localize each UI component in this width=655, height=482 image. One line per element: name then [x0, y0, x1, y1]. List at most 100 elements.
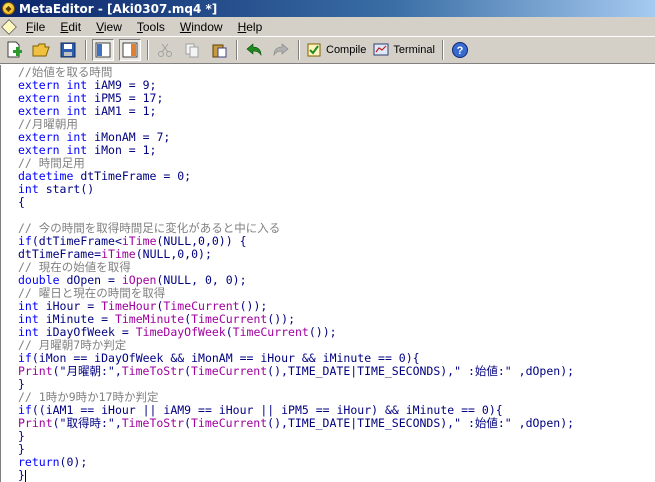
- code-token: // 時間足用: [18, 156, 85, 170]
- toolbox-toggle-button[interactable]: [119, 39, 141, 61]
- code-token: //月曜朝用: [18, 117, 78, 131]
- code-token: datetime: [18, 169, 74, 183]
- code-token: iAM9 = 9;: [87, 78, 157, 92]
- code-token: iDayOfWeek =: [38, 325, 136, 339]
- code-token: iTime: [101, 247, 136, 261]
- code-token: }: [18, 442, 25, 456]
- code-line[interactable]: }: [18, 443, 655, 456]
- code-line[interactable]: Print("取得時:",TimeToStr(TimeCurrent(),TIM…: [18, 417, 655, 430]
- undo-icon: [246, 43, 262, 56]
- code-token: TimeCurrent: [232, 325, 309, 339]
- code-line[interactable]: extern int iMon = 1;: [18, 144, 655, 157]
- code-token: // 1時か9時か17時か判定: [18, 390, 159, 404]
- title-bar: ◆ MetaEditor - [Aki0307.mq4 *]: [0, 0, 655, 17]
- toolbar-separator: [441, 40, 444, 60]
- toolbar: Compile Terminal ?: [0, 37, 655, 64]
- toolbar-separator: [236, 40, 238, 60]
- help-button[interactable]: ?: [449, 39, 471, 61]
- metaeditor-app-icon[interactable]: ◆: [2, 2, 15, 15]
- redo-button[interactable]: [270, 39, 292, 61]
- code-line[interactable]: return(0);: [18, 456, 655, 469]
- code-token: }: [18, 468, 25, 482]
- toolbox-panel-icon: [122, 42, 138, 58]
- code-token: iMinute =: [38, 312, 115, 326]
- code-token: {: [18, 195, 25, 209]
- compile-button[interactable]: Compile: [305, 41, 366, 59]
- new-file-button[interactable]: [3, 39, 25, 61]
- code-token: iMon = 1;: [87, 143, 157, 157]
- menu-edit[interactable]: Edit: [54, 20, 90, 34]
- code-token: dOpen =: [59, 273, 122, 287]
- code-token: extern int: [18, 130, 88, 144]
- code-token: (),TIME_DATE|TIME_SECONDS)," :始値:" ,dOpe…: [267, 364, 575, 378]
- code-token: iAM1 = 1;: [87, 104, 157, 118]
- cut-button[interactable]: [154, 39, 176, 61]
- redo-icon: [273, 43, 289, 56]
- copy-icon: [185, 43, 199, 58]
- code-line[interactable]: {: [18, 196, 655, 209]
- menu-view[interactable]: View: [90, 20, 131, 34]
- scissors-icon: [158, 43, 172, 57]
- document-icon[interactable]: [1, 18, 17, 35]
- save-button[interactable]: [57, 39, 79, 61]
- paste-button[interactable]: [208, 39, 230, 61]
- code-token: if: [18, 351, 32, 365]
- code-line[interactable]: extern int iAM1 = 1;: [18, 105, 655, 118]
- code-token: TimeMinute: [114, 312, 185, 326]
- code-token: int: [18, 312, 39, 326]
- code-token: TimeToStr: [121, 364, 185, 378]
- menu-bar: File Edit View Tools Window Help: [0, 17, 655, 37]
- code-token: ());: [308, 325, 337, 339]
- code-token: dtTimeFrame=: [18, 247, 102, 261]
- code-line[interactable]: Print("月曜朝:",TimeToStr(TimeCurrent(),TIM…: [18, 365, 655, 378]
- code-token: (0);: [59, 455, 88, 469]
- toolbar-separator: [298, 40, 300, 60]
- code-line[interactable]: }: [18, 430, 655, 443]
- code-token: }: [18, 377, 25, 391]
- code-token: ("月曜朝:",: [52, 364, 122, 378]
- menu-file[interactable]: File: [20, 20, 54, 34]
- code-line[interactable]: datetime dtTimeFrame = 0;: [18, 170, 655, 183]
- paste-icon: [212, 44, 227, 58]
- code-token: // 現在の始値を取得: [18, 260, 131, 274]
- code-token: TimeHour: [101, 299, 157, 313]
- code-token: extern int: [18, 143, 88, 157]
- terminal-icon: [372, 41, 390, 59]
- svg-text:?: ?: [457, 45, 464, 57]
- copy-button[interactable]: [181, 39, 203, 61]
- terminal-button[interactable]: Terminal: [372, 41, 435, 59]
- code-token: extern int: [18, 104, 88, 118]
- code-token: ());: [267, 312, 296, 326]
- terminal-label: Terminal: [393, 44, 435, 56]
- code-token: return: [18, 455, 60, 469]
- menu-window[interactable]: Window: [174, 20, 232, 34]
- code-editor[interactable]: //始値を取る時間 extern int iAM9 = 9; extern int …: [0, 65, 655, 482]
- code-line[interactable]: }: [18, 469, 655, 482]
- code-token: TimeCurrent: [163, 299, 240, 313]
- code-token: // 月曜朝7時か判定: [18, 338, 127, 352]
- code-token: (dtTimeFrame<: [31, 234, 122, 248]
- code-token: TimeCurrent: [191, 312, 268, 326]
- code-token: (: [184, 416, 191, 430]
- code-token: if: [18, 234, 32, 248]
- code-token: iTime: [121, 234, 157, 248]
- code-token: //始値を取る時間: [18, 65, 113, 79]
- menu-help[interactable]: Help: [232, 20, 272, 34]
- code-token: ("取得時:",: [52, 416, 122, 430]
- menu-tools[interactable]: Tools: [131, 20, 174, 34]
- code-line[interactable]: int start(): [18, 183, 655, 196]
- text-cursor: [24, 469, 26, 482]
- code-token: iHour =: [38, 299, 102, 313]
- code-token: (NULL,0,0);: [135, 247, 212, 261]
- window-title: MetaEditor - [Aki0307.mq4 *]: [19, 1, 218, 16]
- code-token: (NULL,0,0)) {: [156, 234, 247, 248]
- navigator-toggle-button[interactable]: [92, 39, 114, 61]
- code-token: iMonAM = 7;: [87, 130, 171, 144]
- code-token: ((iAM1 == iHour || iAM9 == iHour || iPM5…: [31, 403, 503, 417]
- open-button[interactable]: [30, 39, 52, 61]
- code-token: (),TIME_DATE|TIME_SECONDS)," :始値:" ,dOpe…: [267, 416, 575, 430]
- code-token: TimeDayOfWeek: [135, 325, 226, 339]
- code-token: int: [18, 299, 39, 313]
- code-token: iOpen: [121, 273, 157, 287]
- undo-button[interactable]: [243, 39, 265, 61]
